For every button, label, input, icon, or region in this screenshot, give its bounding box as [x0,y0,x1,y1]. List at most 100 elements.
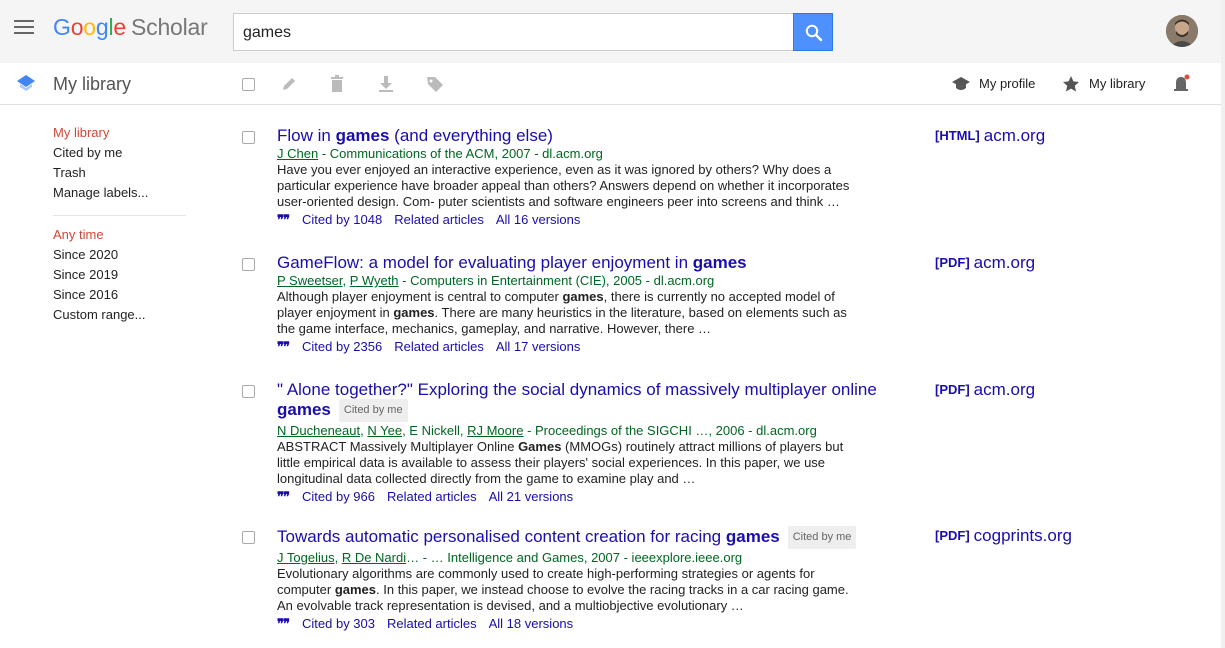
all-versions-link[interactable]: All 21 versions [489,489,574,504]
snippet-highlight: games [334,582,377,597]
full-text-link[interactable]: [PDF] cogprints.org [935,526,1072,546]
full-text-link[interactable]: [PDF] acm.org [935,253,1035,273]
snippet-highlight: games [393,305,435,320]
sidebar-item-manage-labels[interactable]: Manage labels... [53,185,188,205]
title-highlight: games [277,400,331,419]
publication-info: … - … Intelligence and Games, 2007 - iee… [406,550,743,565]
result-snippet: Have you ever enjoyed an interactive exp… [277,162,850,209]
result-checkbox[interactable] [242,531,255,544]
label-icon[interactable] [425,74,445,94]
notifications-icon[interactable] [1173,74,1191,94]
full-text-link[interactable]: [PDF] acm.org [935,380,1035,400]
delete-icon[interactable] [327,74,347,94]
user-photo-icon [1166,15,1198,47]
result-checkbox[interactable] [242,258,255,271]
result-snippet: Evolutionary algorithms are commonly use… [277,566,849,613]
sidebar-item-trash[interactable]: Trash [53,165,188,185]
scrollbar[interactable] [1221,0,1225,648]
search-input[interactable]: games [233,13,794,51]
related-articles-link[interactable]: Related articles [394,212,484,227]
menu-icon[interactable] [14,20,36,40]
time-filter-since-2020[interactable]: Since 2020 [53,247,188,267]
result-links: ❞❞ Cited by 1048 Related articles All 16 ve… [277,211,887,229]
download-icon[interactable] [376,74,396,94]
search-icon [805,24,823,42]
title-text: Flow in [277,126,336,145]
my-library-label: My library [1089,76,1146,91]
cite-quote-icon[interactable]: ❞❞ [277,489,290,504]
my-library-link[interactable]: My library [1061,74,1151,94]
sidebar-item-cited-by-me[interactable]: Cited by me [53,145,188,165]
cite-quote-icon[interactable]: ❞❞ [277,339,290,354]
result-title[interactable]: Flow in games (and everything else) [277,126,887,145]
author-link[interactable]: N Ducheneaut [277,423,360,438]
avatar[interactable] [1166,15,1198,47]
file-type-label: [HTML] [935,128,980,143]
cite-quote-icon[interactable]: ❞❞ [277,616,290,631]
sidebar-item-my-library[interactable]: My library [53,125,188,145]
google-scholar-logo[interactable]: Google Scholar [53,14,208,41]
title-text: (and everything else) [389,126,553,145]
time-filter-custom-range[interactable]: Custom range... [53,307,188,327]
cited-by-me-badge: Cited by me [338,399,408,422]
logo-letter: e [113,14,126,40]
logo-scholar-text: Scholar [131,14,208,40]
select-all-checkbox[interactable] [242,78,255,91]
sidebar: My library Cited by me Trash Manage labe… [53,125,188,327]
result-links: ❞❞ Cited by 966 Related articles All 21 ver… [277,488,887,506]
author-link[interactable]: P Sweetser [277,273,343,288]
result-snippet: Although player enjoyment is central to … [277,289,847,336]
author-link[interactable]: J Togelius [277,550,335,565]
author-text: E Nickell, [405,423,468,438]
full-text-link[interactable]: [HTML] acm.org [935,126,1045,146]
publication-info: - Computers in Entertainment (CIE), 2005… [398,273,715,288]
file-type-label: [PDF] [935,528,970,543]
title-highlight: games [725,527,780,546]
result-links: ❞❞ Cited by 2356 Related articles All 17 ve… [277,338,887,356]
all-versions-link[interactable]: All 16 versions [496,212,581,227]
publication-info: - Proceedings of the SIGCHI …, 2006 - dl… [523,423,817,438]
author-link[interactable]: P Wyeth [350,273,399,288]
result-links: ❞❞ Cited by 303 Related articles All 18 ver… [277,615,887,633]
related-articles-link[interactable]: Related articles [387,489,477,504]
file-source: acm.org [973,253,1036,272]
all-versions-link[interactable]: All 18 versions [489,616,574,631]
result-title[interactable]: " Alone together?" Exploring the social … [277,380,887,422]
title-highlight: games [335,126,390,145]
file-source: acm.org [973,380,1036,399]
publication-info: - Communications of the ACM, 2007 - dl.a… [318,146,603,161]
edit-icon[interactable] [279,74,299,94]
title-text: Towards automatic personalised content c… [277,527,726,546]
logo-letter: G [53,14,71,40]
file-source: cogprints.org [973,526,1072,545]
result-checkbox[interactable] [242,131,255,144]
my-profile-link[interactable]: My profile [951,74,1041,94]
cited-by-link[interactable]: Cited by 1048 [302,212,382,227]
author-link[interactable]: J Chen [277,146,318,161]
author-link[interactable]: N Yee [367,423,402,438]
related-articles-link[interactable]: Related articles [394,339,484,354]
time-filter-any-time[interactable]: Any time [53,227,188,247]
cited-by-link[interactable]: Cited by 966 [302,489,375,504]
sidebar-divider [53,215,186,216]
title-text: " Alone together?" Exploring the social … [277,380,877,399]
result-snippet: ABSTRACT Massively Multiplayer Online Ga… [277,439,844,486]
cite-quote-icon[interactable]: ❞❞ [277,212,290,227]
graduation-cap-icon [952,77,970,90]
toolbar: My library My profile My library [0,63,1225,105]
author-link[interactable]: R De Nardi [342,550,406,565]
all-versions-link[interactable]: All 17 versions [496,339,581,354]
author-link[interactable]: RJ Moore [467,423,523,438]
cited-by-link[interactable]: Cited by 2356 [302,339,382,354]
cited-by-link[interactable]: Cited by 303 [302,616,375,631]
result-checkbox[interactable] [242,385,255,398]
time-filter-since-2016[interactable]: Since 2016 [53,287,188,307]
star-icon [1063,76,1079,92]
result-title[interactable]: Towards automatic personalised content c… [277,526,887,549]
result-authors: N Ducheneaut, N Yee, E Nickell, RJ Moore… [277,423,817,438]
search-button[interactable] [793,13,833,51]
title-text: GameFlow: a model for evaluating player … [277,253,693,272]
related-articles-link[interactable]: Related articles [387,616,477,631]
time-filter-since-2019[interactable]: Since 2019 [53,267,188,287]
result-title[interactable]: GameFlow: a model for evaluating player … [277,253,887,272]
